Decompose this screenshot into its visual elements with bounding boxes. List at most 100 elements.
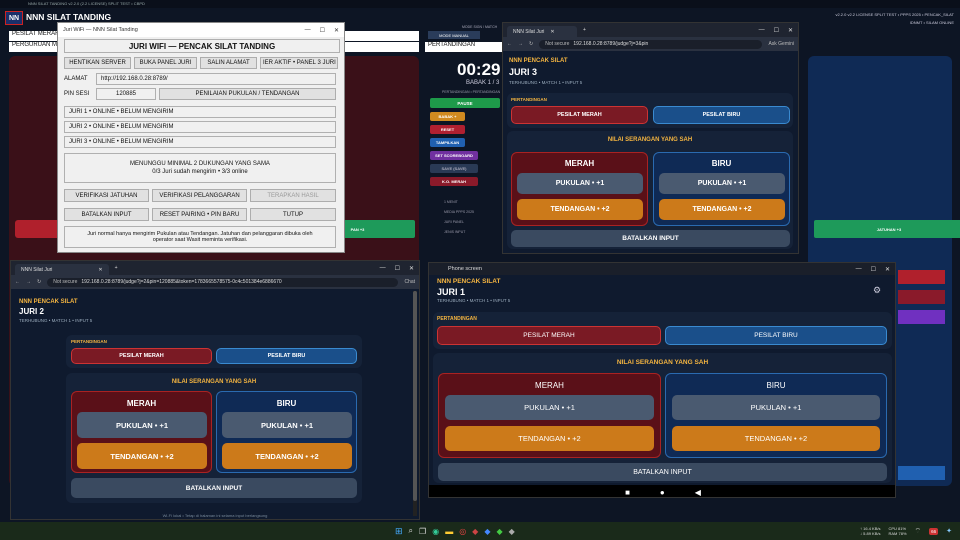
scoring-mode-button[interactable]: PENILAIAN PUKULAN / TENDANGAN: [159, 88, 336, 100]
cancel-input-button[interactable]: BATALKAN INPUT: [64, 208, 149, 221]
juri1-sub: TERHUBUNG • MATCH 1 • INPUT 5: [437, 298, 511, 303]
mid-field[interactable]: PERTANDINGAN: [425, 42, 505, 52]
center-green-button[interactable]: JATUHAN +3: [814, 220, 960, 238]
save-button[interactable]: SAVE (SAVE): [430, 164, 478, 173]
open-judge-panel-button[interactable]: BUKA PANEL JURI: [134, 57, 197, 69]
pesilat-biru-button[interactable]: PESILAT BIRU: [665, 326, 887, 345]
reload-icon[interactable]: ↻: [37, 279, 41, 285]
juri3-address-bar[interactable]: Not secure 192.168.0.28:8789/judge?j=3&pi…: [539, 39, 763, 49]
pause-button[interactable]: PAUSE: [430, 98, 500, 108]
close-icon[interactable]: ✕: [885, 266, 890, 273]
tab-close-icon[interactable]: ✕: [550, 29, 554, 35]
juri3-title: JURI 3: [509, 67, 538, 77]
right-purple-bar[interactable]: [898, 310, 945, 324]
juri3-tab[interactable]: NNN Silat Juri ✕: [507, 26, 577, 37]
right-red-bar-2[interactable]: [898, 290, 945, 304]
pin-field[interactable]: 120885: [96, 88, 156, 100]
app-icon-1[interactable]: ◆: [472, 527, 478, 536]
forward-icon[interactable]: →: [518, 41, 523, 47]
close-button[interactable]: TUTUP: [250, 208, 336, 221]
right-red-bar-1[interactable]: [898, 270, 945, 284]
app-icon-2[interactable]: ◆: [484, 527, 490, 536]
tab-close-icon[interactable]: ✕: [98, 267, 102, 273]
merah-tendangan-button[interactable]: TENDANGAN • +2: [445, 426, 654, 451]
recent-apps-icon[interactable]: ■: [625, 488, 630, 497]
new-tab-icon[interactable]: +: [583, 27, 586, 33]
juri-1-status: JURI 1 • ONLINE • BELUM MENGIRIM: [64, 106, 336, 118]
juri1-batalkan-button[interactable]: BATALKAN INPUT: [438, 463, 887, 481]
juri2-batalkan-button[interactable]: BATALKAN INPUT: [71, 478, 357, 498]
babak-button[interactable]: BABAK +: [430, 112, 465, 121]
merah-tendangan-button[interactable]: TENDANGAN • +2: [517, 199, 643, 220]
merah-pukulan-button[interactable]: PUKULAN • +1: [445, 395, 654, 420]
pesilat-merah-button[interactable]: PESILAT MERAH: [511, 106, 648, 124]
juri3-batalkan-button[interactable]: BATALKAN INPUT: [511, 230, 790, 247]
forward-icon[interactable]: →: [26, 279, 31, 285]
back-icon[interactable]: ←: [507, 41, 512, 47]
start-icon[interactable]: ⊞: [395, 526, 403, 537]
reload-icon[interactable]: ↻: [529, 41, 533, 47]
maximize-icon[interactable]: ☐: [774, 27, 779, 34]
edge-icon[interactable]: ◉: [432, 527, 439, 536]
reset-button[interactable]: RESET: [430, 125, 465, 134]
copilot-icon[interactable]: ✦: [946, 527, 952, 535]
set-scoreboard-button[interactable]: SET SCOREBOARD: [430, 151, 478, 160]
pesilat-biru-button[interactable]: PESILAT BIRU: [653, 106, 790, 124]
minimize-icon[interactable]: —: [380, 265, 386, 272]
biru-pukulan-button[interactable]: PUKULAN • +1: [659, 173, 785, 194]
ko-merah-button[interactable]: K.O. MERAH: [430, 177, 478, 186]
explorer-icon[interactable]: ▬: [445, 527, 453, 536]
back-icon[interactable]: ←: [15, 279, 20, 285]
pesilat-merah-button[interactable]: PESILAT MERAH: [437, 326, 661, 345]
chat-button[interactable]: Chat: [404, 279, 415, 285]
right-blue-bar[interactable]: [898, 466, 945, 480]
minimize-icon[interactable]: —: [759, 27, 765, 34]
biru-tendangan-button[interactable]: TENDANGAN • +2: [659, 199, 785, 220]
pesilat-merah-button[interactable]: PESILAT MERAH: [71, 348, 212, 364]
search-icon[interactable]: ⌕: [409, 526, 413, 536]
close-icon[interactable]: ✕: [788, 27, 793, 34]
close-icon[interactable]: ✕: [409, 265, 414, 272]
badge-icon[interactable]: 66: [929, 527, 939, 535]
mode-manual-button[interactable]: MODE MANUAL: [428, 31, 480, 39]
apply-result-button[interactable]: TERAPKAN HASIL: [250, 189, 336, 202]
verify-jatuhan-button[interactable]: VERIFIKASI JATUHAN: [64, 189, 149, 202]
back-icon[interactable]: ◀: [695, 488, 701, 497]
reset-pairing-button[interactable]: RESET PAIRING • PIN BARU: [152, 208, 247, 221]
wifi-icon[interactable]: ⌔: [915, 527, 922, 536]
merah-pukulan-button[interactable]: PUKULAN • +1: [77, 412, 207, 438]
nilai-heading: NILAI SERANGAN YANG SAH: [616, 359, 709, 366]
biru-pukulan-button[interactable]: PUKULAN • +1: [672, 395, 880, 420]
maximize-icon[interactable]: ☐: [871, 266, 876, 273]
ask-gemini-button[interactable]: Ask Gemini: [768, 41, 794, 47]
juri2-tab[interactable]: NNN Silat Juri ✕: [15, 264, 109, 275]
biru-tendangan-button[interactable]: TENDANGAN • +2: [672, 426, 880, 451]
tampilkan-button[interactable]: TAMPILKAN: [430, 138, 465, 147]
merah-pukulan-button[interactable]: PUKULAN • +1: [517, 173, 643, 194]
home-icon[interactable]: ●: [660, 488, 665, 497]
merah-tendangan-button[interactable]: TENDANGAN • +2: [77, 443, 207, 469]
settings-gear-icon[interactable]: ⚙: [873, 285, 881, 296]
pesilat-biru-button[interactable]: PESILAT BIRU: [216, 348, 357, 364]
verify-pelanggaran-button[interactable]: VERIFIKASI PELANGGARAN: [152, 189, 247, 202]
app-icon-3[interactable]: ◆: [496, 527, 502, 536]
juri2-address-bar[interactable]: Not secure 192.168.0.28:8789/judge?j=2&pi…: [47, 277, 399, 287]
biru-tendangan-button[interactable]: TENDANGAN • +2: [222, 443, 352, 469]
minimize-icon[interactable]: —: [856, 266, 862, 273]
juri2-pertandingan-panel: PERTANDINGAN PESILAT MERAH PESILAT BIRU: [66, 335, 362, 368]
biru-pukulan-button[interactable]: PUKULAN • +1: [222, 412, 352, 438]
stop-server-button[interactable]: HENTIKAN SERVER: [64, 57, 131, 69]
alamat-field[interactable]: http://192.168.0.28:8789/: [96, 73, 336, 85]
taskview-icon[interactable]: ❐: [419, 527, 426, 536]
maximize-icon[interactable]: ☐: [320, 27, 325, 34]
minimize-icon[interactable]: —: [305, 27, 311, 34]
new-tab-icon[interactable]: +: [115, 265, 118, 271]
chrome-icon[interactable]: ◎: [459, 527, 466, 536]
status-line-1: MENUNGGU MINIMAL 2 DUKUNGAN YANG SAMA: [130, 161, 270, 167]
scrollbar[interactable]: [413, 291, 417, 516]
panel-3-button[interactable]: IER AKTIF • PANEL 3 JURI: [260, 57, 338, 69]
close-icon[interactable]: ✕: [334, 27, 339, 34]
maximize-icon[interactable]: ☐: [395, 265, 400, 272]
copy-address-button[interactable]: SALIN ALAMAT: [200, 57, 257, 69]
app-icon-4[interactable]: ◆: [509, 527, 515, 536]
